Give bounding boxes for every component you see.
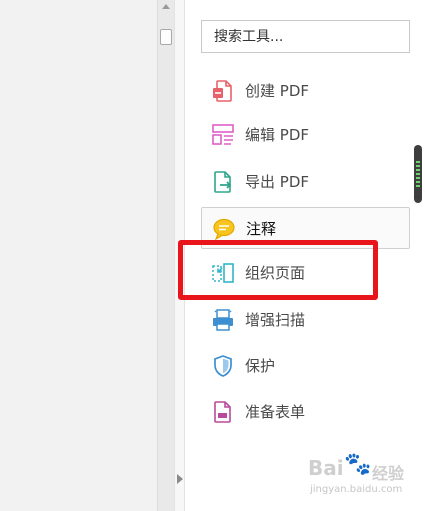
tool-edit-pdf[interactable]: 编辑 PDF: [201, 114, 410, 156]
tool-protect[interactable]: 保护: [201, 345, 410, 387]
scrollbar-thumb[interactable]: [160, 29, 172, 45]
tool-label: 准备表单: [245, 403, 306, 421]
collapse-arrow-icon[interactable]: [177, 474, 183, 484]
scroll-up-arrow-icon[interactable]: [162, 4, 170, 9]
baidu-jingyan-watermark: Bai 🐾 经验 jingyan.baidu.com: [300, 452, 420, 502]
watermark-suffix: 经验: [372, 464, 405, 483]
scrollbar-grip: [416, 161, 420, 187]
red-highlight-box: [178, 240, 378, 300]
search-tools-input[interactable]: [201, 20, 410, 53]
tool-enhance-scans[interactable]: 增强扫描: [201, 299, 410, 341]
comment-icon: [213, 218, 235, 241]
panel-scrollbar-thumb[interactable]: [414, 145, 422, 203]
tool-label: 创建 PDF: [245, 82, 309, 100]
edit-pdf-icon: [212, 124, 234, 145]
tool-prepare-form[interactable]: 准备表单: [201, 391, 410, 433]
tool-export-pdf[interactable]: 导出 PDF: [201, 161, 410, 203]
export-pdf-icon: [214, 171, 232, 193]
document-scrollbar[interactable]: [157, 0, 174, 511]
tool-create-pdf[interactable]: 创建 PDF: [201, 70, 410, 112]
shield-icon: [214, 355, 232, 377]
prepare-form-icon: [214, 401, 231, 423]
create-pdf-icon: [213, 80, 232, 102]
tool-label: 编辑 PDF: [245, 126, 309, 144]
document-area: [0, 0, 157, 511]
tool-label: 增强扫描: [245, 311, 306, 329]
enhance-scans-icon: [213, 309, 233, 331]
tool-label: 保护: [245, 357, 276, 375]
tool-label: 导出 PDF: [245, 173, 309, 191]
watermark-text: Bai: [308, 456, 344, 480]
watermark-url: jingyan.baidu.com: [310, 484, 403, 495]
paw-icon: 🐾: [344, 452, 372, 477]
